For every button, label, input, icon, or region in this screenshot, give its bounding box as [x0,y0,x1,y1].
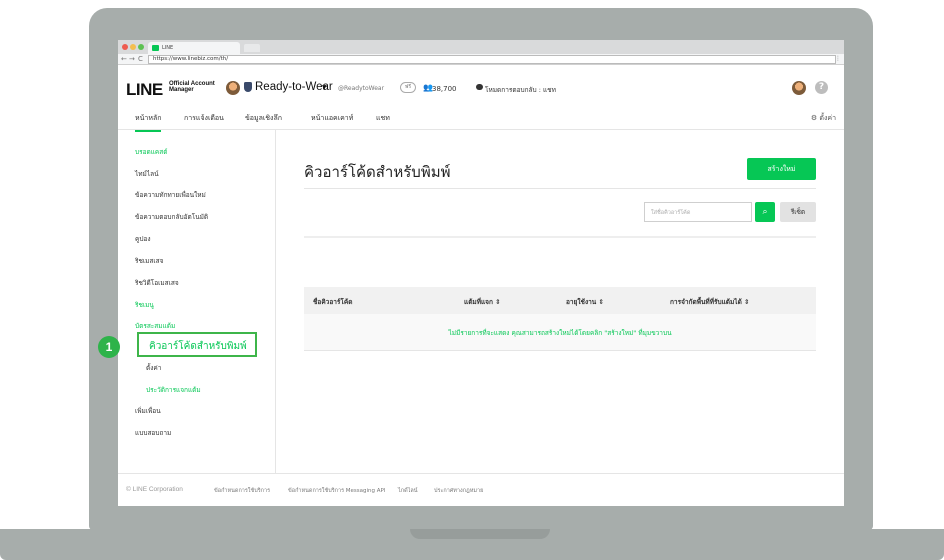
close-window-dot[interactable] [122,44,128,50]
reset-button[interactable]: รีเซ็ต [780,202,816,222]
plan-badge: ฟรี [400,82,416,93]
create-new-button[interactable]: สร้างใหม่ [747,158,816,180]
search-input[interactable]: ใส่ชื่อคิวอาร์โค้ด [644,202,752,222]
footer-link-guidelines[interactable]: ไกด์ไลน์ [398,487,418,495]
sidebar-item-point-history[interactable]: ประวัติการแจกแต้ม [146,385,201,395]
tab-chat[interactable]: แชท [376,113,390,124]
search-icon: ⌕ [762,207,768,217]
sidebar: บรอดแคสต์ ไทม์ไลน์ ข้อความทักทายเพื่อนให… [118,130,276,473]
footer-copyright: © LINE Corporation [126,486,183,493]
tab-insights[interactable]: ข้อมูลเชิงลึก [245,113,282,124]
sidebar-item-timeline[interactable]: ไทม์ไลน์ [135,169,159,179]
footer: © LINE Corporation ข้อกำหนดการใช้บริการ … [118,473,844,506]
settings-link[interactable]: ⚙ ตั้งค่า [811,113,836,124]
browser-titlebar: LINE [118,40,844,54]
empty-state-message: ไม่มีรายการที่จะแสดง คุณสามารถสร้างใหม่ไ… [448,329,672,337]
page-title: คิวอาร์โค้ดสำหรับพิมพ์ [304,163,451,181]
column-validity[interactable]: อายุใช้งาน ⇕ [566,297,604,307]
maximize-window-dot[interactable] [138,44,144,50]
table-top-rule [304,236,816,238]
line-favicon-icon [152,45,159,51]
main-content: คิวอาร์โค้ดสำหรับพิมพ์ สร้างใหม่ ใส่ชื่อ… [277,130,844,473]
followers-count: 38,700 [432,85,457,93]
stage: LINE ← → C https://www.linebiz.com/th/ ⋮… [0,0,944,560]
sidebar-item-add-friends[interactable]: เพิ่มเพื่อน [135,406,161,416]
sidebar-item-greeting[interactable]: ข้อความทักทายเพื่อนใหม่ [135,190,206,200]
sidebar-item-reward-settings[interactable]: ตั้งค่า [146,363,161,373]
sidebar-item-rich-menu[interactable]: ริชเมนู [135,300,154,310]
app-header: LINE Official Account Manager Ready-to-W… [118,65,844,105]
main-nav-tabs: หน้าหลัก การแจ้งเตือน ข้อมูลเชิงลึก หน้า… [118,105,844,132]
sidebar-item-rich-message[interactable]: ริชเมสเสจ [135,256,163,266]
laptop-base [0,529,944,560]
sidebar-item-coupon[interactable]: คูปอง [135,234,151,244]
column-area-limit[interactable]: การจำกัดพื้นที่ที่รับแต้มได้ ⇕ [670,297,750,307]
chat-bubble-icon [476,84,483,90]
tab-notifications[interactable]: การแจ้งเตือน [184,113,224,124]
footer-link-messaging-api-terms[interactable]: ข้อกำหนดการใช้บริการ Messaging API [288,487,385,495]
new-tab-button[interactable] [244,44,260,52]
tab-account-page[interactable]: หน้าแอคเคาท์ [311,113,353,124]
highlighted-qr-print-item[interactable]: คิวอาร์โค้ดสำหรับพิมพ์ [137,332,257,357]
forward-arrow-icon[interactable]: → [129,55,135,64]
logo-sub-line2: Manager [169,87,194,93]
title-divider [304,188,816,189]
chat-mode-status[interactable]: โหมดการตอบกลับ : แชท [485,85,556,95]
back-arrow-icon[interactable]: ← [121,55,127,64]
sidebar-item-survey[interactable]: แบบสอบถาม [135,428,171,438]
footer-link-legal[interactable]: ประกาศทางกฎหมาย [434,487,483,495]
browser-tab-title: LINE [162,45,174,51]
laptop-notch [410,529,550,539]
footer-link-terms[interactable]: ข้อกำหนดการใช้บริการ [214,487,270,495]
table-header: ชื่อคิวอาร์โค้ด แต้มที่แจก ⇕ อายุใช้งาน … [304,287,816,314]
empty-table-row: ไม่มีรายการที่จะแสดง คุณสามารถสร้างใหม่ไ… [304,314,816,351]
address-bar[interactable]: https://www.linebiz.com/th/ [148,55,836,64]
line-logo-subtitle: Official Account Manager [169,81,215,93]
search-button[interactable]: ⌕ [755,202,775,222]
reload-icon[interactable]: C [138,55,143,64]
sidebar-item-qr-print[interactable]: คิวอาร์โค้ดสำหรับพิมพ์ [149,339,247,354]
column-qr-name[interactable]: ชื่อคิวอาร์โค้ด [313,297,352,307]
line-logo[interactable]: LINE [126,80,163,100]
account-id: @ReadytoWear [338,85,385,92]
sidebar-item-auto-reply[interactable]: ข้อความตอบกลับอัตโนมัติ [135,212,208,222]
browser-tab[interactable]: LINE [148,42,240,54]
column-points[interactable]: แต้มที่แจก ⇕ [464,297,501,307]
sidebar-item-reward-card[interactable]: บัตรสะสมแต้ม [135,321,175,331]
browser-urlbar: ← → C https://www.linebiz.com/th/ ⋮ [118,54,844,65]
laptop-screen: LINE ← → C https://www.linebiz.com/th/ ⋮… [118,40,844,506]
browser-menu-icon[interactable]: ⋮ [835,55,841,62]
user-avatar[interactable] [792,81,806,95]
account-caret-icon[interactable]: ▼ [322,84,327,91]
verified-shield-icon [244,82,252,92]
account-avatar[interactable] [226,81,240,95]
help-icon[interactable]: ? [815,81,828,94]
step-number-badge: 1 [98,336,120,358]
sidebar-item-rich-video[interactable]: ริชวิดีโอเมสเสจ [135,278,179,288]
minimize-window-dot[interactable] [130,44,136,50]
sidebar-item-broadcast[interactable]: บรอดแคสต์ [135,147,167,157]
